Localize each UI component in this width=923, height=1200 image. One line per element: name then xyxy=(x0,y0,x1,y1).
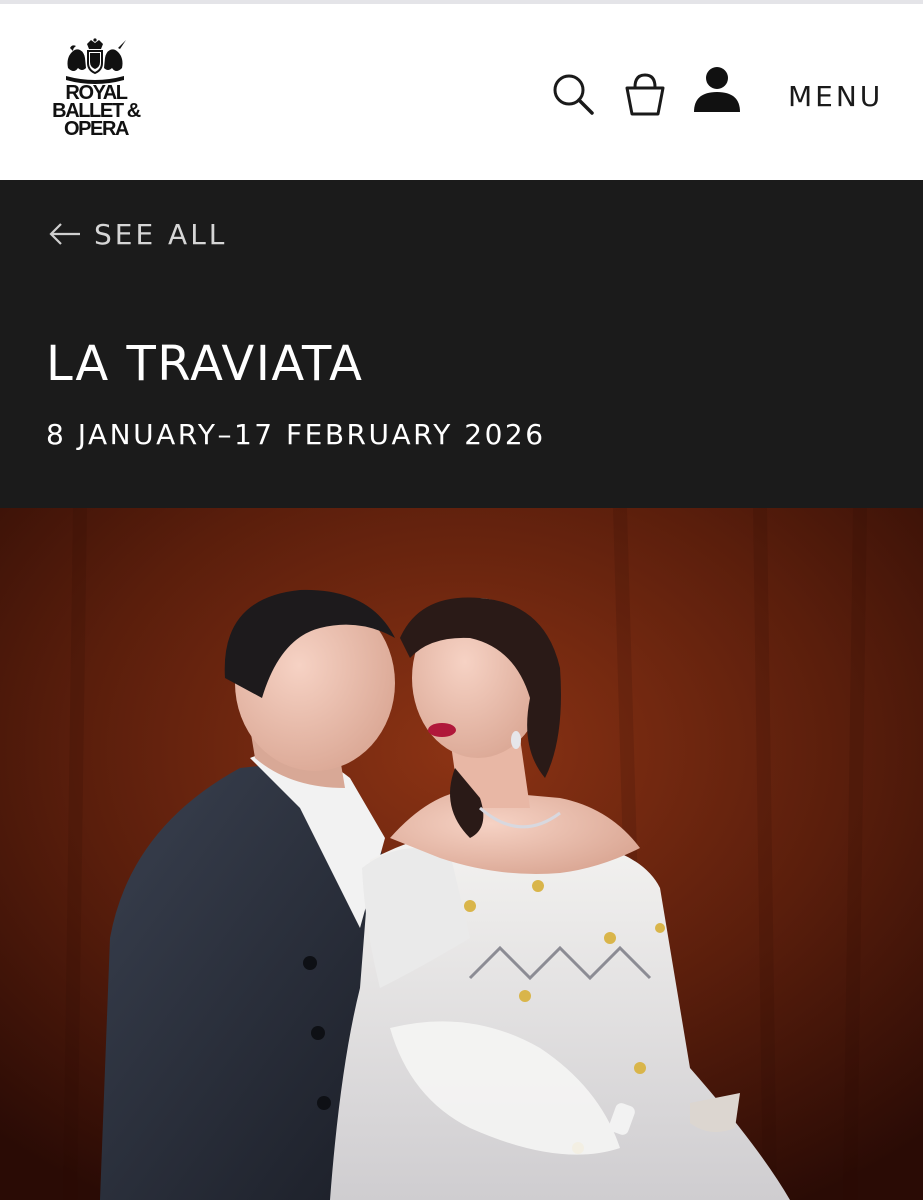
search-icon[interactable] xyxy=(551,72,595,116)
event-dates: 8 JANUARY–17 FEBRUARY 2026 xyxy=(46,418,546,451)
arrow-left-icon xyxy=(49,223,80,245)
basket-icon[interactable] xyxy=(623,72,667,118)
account-icon[interactable] xyxy=(692,66,742,114)
see-all-label: SEE ALL xyxy=(94,217,228,251)
page-title: LA TRAVIATA xyxy=(46,336,364,392)
production-photo xyxy=(0,508,923,1200)
event-banner: SEE ALL LA TRAVIATA 8 JANUARY–17 FEBRUAR… xyxy=(0,180,923,508)
site-header: ROYAL BALLET & OPERA MENU xyxy=(0,4,923,180)
see-all-link[interactable]: SEE ALL xyxy=(48,216,227,252)
logo-line-3: OPERA xyxy=(63,118,130,140)
site-logo[interactable]: ROYAL BALLET & OPERA xyxy=(44,38,148,150)
menu-button[interactable]: MENU xyxy=(788,80,883,113)
hero-image xyxy=(0,508,923,1200)
royal-crest-icon xyxy=(66,38,126,84)
logo-wordmark: ROYAL BALLET & OPERA xyxy=(44,83,148,140)
